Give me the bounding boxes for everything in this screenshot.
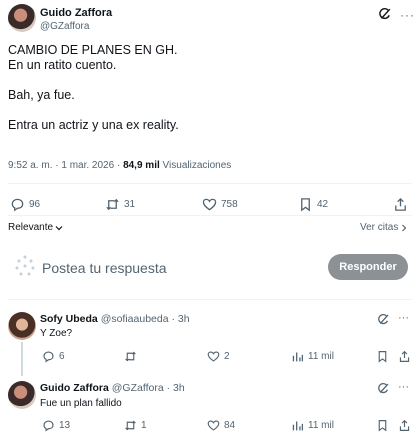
grok-icon[interactable] [377,313,390,326]
reply-author-handle[interactable]: @GZaffora [112,382,164,394]
like-count: 758 [221,199,238,210]
more-options-icon[interactable]: ··· [398,313,409,324]
bookmark-icon[interactable] [376,350,389,363]
sort-relevant-label: Relevante [8,222,54,233]
dotted-avatar-icon [15,255,35,276]
reply-count: 96 [29,199,41,210]
views-button[interactable]: 11 mil [291,419,334,432]
reply-icon [43,420,54,432]
share-icon[interactable] [398,419,411,432]
tweet-line: En un ratito cuento. [8,58,117,72]
reply-icon [11,198,24,212]
view-quotes-label: Ver citas [360,222,399,233]
reply-author-name[interactable]: Sofy Ubeda [40,313,98,325]
more-options-icon[interactable]: ··· [400,9,415,21]
grok-icon[interactable] [377,382,390,395]
retweet-count: 31 [124,199,136,210]
like-button[interactable]: 84 [207,419,235,432]
like-button[interactable]: 758 [202,197,238,212]
tweet-meta: 9:52 a. m. · 1 mar. 2026 · 84,9 mil Visu… [8,160,231,171]
reply-button[interactable]: 6 [42,350,65,363]
share-icon[interactable] [398,350,411,363]
tweet-line: CAMBIO DE PLANES EN GH. [8,43,178,57]
reply-avatar[interactable] [8,312,36,340]
reply-submit-button[interactable]: Responder [328,254,408,280]
author-avatar[interactable] [8,4,36,32]
reply-button[interactable]: 13 [42,419,70,432]
heart-icon [207,351,220,362]
more-options-icon[interactable]: ··· [398,382,409,393]
reply-count: 6 [59,351,65,362]
heart-icon [202,198,217,211]
like-button[interactable]: 2 [207,350,230,363]
reply-time[interactable]: · 3h [172,313,190,325]
reply-button[interactable]: 96 [10,197,40,212]
heart-icon [207,420,220,431]
share-icon[interactable] [393,197,408,212]
reply-author[interactable]: Sofy Ubeda @sofiaaubeda · 3h [40,313,190,325]
tweet-text: CAMBIO DE PLANES EN GH. En un ratito cue… [8,43,408,133]
bookmark-icon [301,198,310,212]
retweet-button[interactable]: 1 [124,419,147,432]
views-count: 84,9 mil [123,160,160,171]
retweet-icon [106,198,119,211]
reply-input[interactable]: Postea tu respuesta [42,260,167,276]
author-name[interactable]: Guido Zaffora [40,7,112,19]
views-chart-icon [292,421,304,431]
divider [8,215,412,216]
reply-author-handle[interactable]: @sofiaaubeda [101,313,169,325]
view-quotes-link[interactable]: Ver citas [360,222,408,233]
retweet-button[interactable] [124,350,141,363]
thread-line [21,342,23,376]
retweet-count: 1 [141,420,147,431]
author-handle[interactable]: @GZaffora [40,21,89,32]
tweet-line: Entra un actriz y una ex reality. [8,118,179,132]
tweet-line: Bah, ya fue. [8,88,75,102]
like-count: 84 [224,420,236,431]
sort-relevant-dropdown[interactable]: Relevante [8,222,63,233]
reply-text: Y Zoe? [40,328,73,339]
retweet-icon [125,351,136,362]
views-label: Visualizaciones [159,160,232,171]
reply-time[interactable]: · 3h [167,382,185,394]
views-count: 11 mil [308,420,334,431]
divider [8,299,412,300]
views-count: 11 mil [308,351,334,362]
like-count: 2 [224,351,230,362]
reply-count: 13 [59,420,71,431]
reply-author-name[interactable]: Guido Zaffora [40,382,109,394]
reply-avatar[interactable] [8,381,36,409]
grok-icon[interactable] [378,7,392,21]
retweet-icon [125,420,136,431]
bookmark-icon[interactable] [376,419,389,432]
reply-author[interactable]: Guido Zaffora @GZaffora · 3h [40,382,185,394]
views-button[interactable]: 11 mil [291,350,334,363]
current-user-avatar [10,251,40,281]
bookmark-button[interactable]: 42 [298,197,328,212]
retweet-button[interactable]: 31 [105,197,135,212]
divider [8,183,412,184]
reply-icon [43,351,54,363]
reply-text: Fue un plan fallido [40,398,122,409]
chevron-down-icon [55,225,63,230]
tweet-timestamp[interactable]: 9:52 a. m. · 1 mar. 2026 · [8,160,123,171]
chevron-right-icon [402,224,407,231]
bookmark-count: 42 [317,199,329,210]
views-chart-icon [292,352,304,362]
